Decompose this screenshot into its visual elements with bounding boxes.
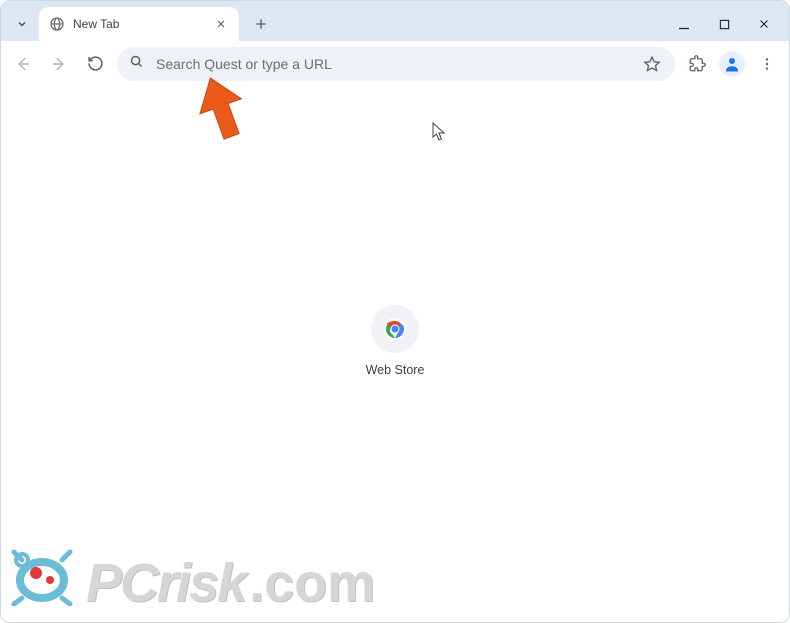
- shortcuts-row: Web Store: [1, 305, 789, 377]
- menu-button[interactable]: [753, 50, 781, 78]
- bookmark-button[interactable]: [641, 53, 663, 75]
- profile-icon: [723, 55, 741, 73]
- back-icon: [14, 55, 32, 73]
- nav-back-button[interactable]: [9, 50, 37, 78]
- globe-icon: [49, 16, 65, 32]
- new-tab-button[interactable]: [247, 10, 275, 38]
- close-icon: [216, 19, 226, 29]
- tab-newtab[interactable]: New Tab: [39, 7, 239, 41]
- plus-icon: [254, 17, 268, 31]
- toolbar: [1, 41, 789, 87]
- extension-icon: [688, 55, 706, 73]
- shortcut-web-store[interactable]: Web Store: [339, 305, 451, 377]
- star-icon: [643, 55, 661, 73]
- dots-vertical-icon: [759, 56, 775, 72]
- window-controls: [677, 17, 789, 31]
- search-icon: [129, 54, 144, 74]
- maximize-icon: [719, 19, 730, 30]
- profile-button[interactable]: [719, 51, 745, 77]
- newtab-content: Web Store: [1, 87, 789, 622]
- chevron-down-icon: [16, 18, 28, 30]
- chrome-logo-icon: [383, 317, 407, 341]
- shortcut-label: Web Store: [366, 363, 425, 377]
- tab-close-button[interactable]: [213, 16, 229, 32]
- tab-title: New Tab: [73, 17, 213, 31]
- browser-window: New Tab: [0, 0, 790, 623]
- window-minimize-button[interactable]: [677, 17, 691, 31]
- tab-search-button[interactable]: [5, 7, 39, 41]
- window-close-icon: [758, 18, 770, 30]
- omnibox-input[interactable]: [156, 56, 629, 72]
- tab-strip: New Tab: [1, 1, 789, 41]
- window-maximize-button[interactable]: [717, 17, 731, 31]
- window-close-button[interactable]: [757, 17, 771, 31]
- shortcut-tile: [371, 305, 419, 353]
- omnibox[interactable]: [117, 47, 675, 81]
- extensions-button[interactable]: [683, 50, 711, 78]
- forward-icon: [50, 55, 68, 73]
- minimize-icon: [678, 18, 690, 30]
- reload-icon: [87, 55, 104, 72]
- nav-forward-button[interactable]: [45, 50, 73, 78]
- nav-reload-button[interactable]: [81, 50, 109, 78]
